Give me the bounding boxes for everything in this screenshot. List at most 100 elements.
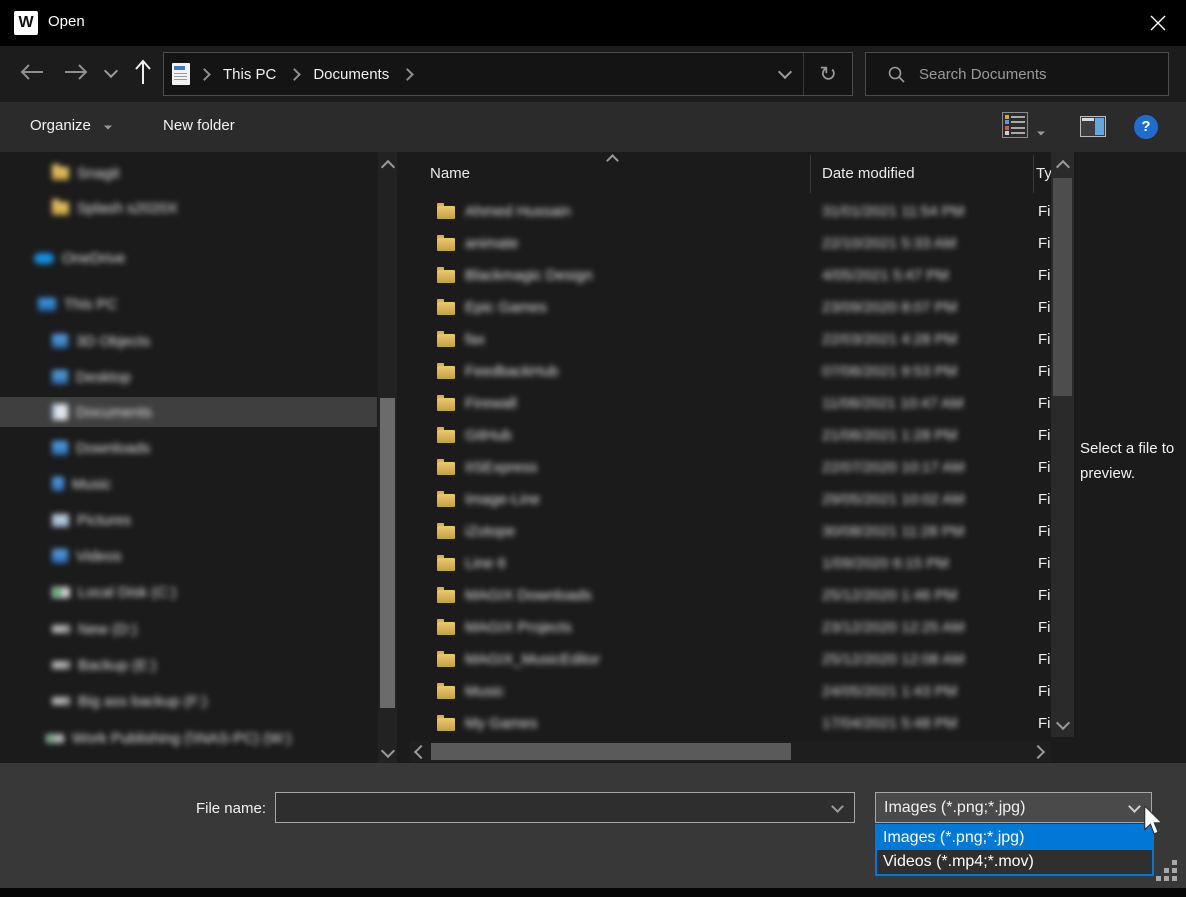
file-row[interactable]: fax22/03/2021 4:28 PMFile folder [410, 324, 1051, 356]
horizontal-scrollbar[interactable] [410, 741, 1051, 762]
refresh-icon: ↻ [819, 62, 837, 86]
chevron-right-icon [198, 68, 211, 81]
preview-pane-icon[interactable] [1080, 116, 1106, 137]
breadcrumb-item[interactable]: This PC [213, 66, 286, 83]
arrow-left-icon [20, 64, 44, 80]
sidebar-item-3d-objects[interactable]: 3D Objects [0, 326, 377, 356]
file-date-modified: 31/01/2021 11:54 PM [822, 203, 964, 220]
file-name: Image-Line [465, 491, 540, 508]
resize-grip-icon[interactable] [1156, 860, 1178, 882]
file-name: GitHub [465, 427, 512, 444]
folder-icon [52, 202, 69, 215]
file-row[interactable]: Blackmagic Design4/05/2021 5:47 PMFile f… [410, 260, 1051, 292]
sidebar-item-snagit[interactable]: Snagit [0, 158, 377, 188]
sidebar-item-work-publishing-nas-pc-w[interactable]: Work Publishing (\\NAS-PC) (W:) [0, 723, 377, 753]
new-folder-button[interactable]: New folder [163, 117, 235, 134]
file-name: My Games [465, 715, 538, 732]
views-dropdown-button[interactable] [1036, 123, 1046, 140]
file-row[interactable]: Line 61/09/2020 6:15 PMFile folder [410, 548, 1051, 580]
file-type-option[interactable]: Videos (*.mp4;*.mov) [877, 850, 1152, 874]
file-type: File folder [1038, 651, 1051, 668]
file-date-modified: 30/08/2021 11:28 PM [822, 523, 964, 540]
chevron-down-icon [104, 64, 118, 78]
caret-down-icon [1037, 132, 1045, 136]
file-type-option[interactable]: Images (*.png;*.jpg) [877, 826, 1152, 850]
recent-locations-button[interactable] [100, 64, 122, 82]
sidebar-item-local-disk-c[interactable]: Local Disk (C:) [0, 577, 377, 607]
column-divider[interactable] [1033, 155, 1034, 193]
address-dropdown-button[interactable] [767, 53, 803, 95]
file-date-modified: 23/09/2020 8:07 PM [822, 299, 957, 316]
sidebar-item-this-pc[interactable]: This PC [0, 289, 377, 319]
back-button[interactable] [18, 60, 46, 84]
file-date-modified: 22/03/2021 4:28 PM [822, 331, 957, 348]
column-header-type[interactable]: Type [1036, 165, 1052, 182]
titlebar[interactable]: W Open [0, 0, 1186, 46]
sidebar-item-videos[interactable]: Videos [0, 541, 377, 571]
sidebar-scrollbar-thumb[interactable] [380, 398, 395, 708]
file-row[interactable]: My Games17/04/2021 5:48 PMFile folder [410, 708, 1051, 740]
sidebar-item-new-d[interactable]: New (D:) [0, 614, 377, 644]
sidebar-item-big-ass-backup-f[interactable]: Big ass backup (F:) [0, 686, 377, 716]
videos-icon [52, 549, 68, 563]
file-list: Ahmed Hussain31/01/2021 11:54 PMFile fol… [410, 196, 1051, 746]
search-box[interactable]: Search Documents [865, 52, 1169, 96]
file-row[interactable]: iZotope30/08/2021 11:28 PMFile folder [410, 516, 1051, 548]
forward-button[interactable] [62, 60, 90, 84]
window-bottom-edge [0, 888, 1186, 897]
sidebar-item-splash-s2020x[interactable]: Splash s2020X [0, 193, 377, 223]
file-row[interactable]: MAGIX Downloads25/12/2020 1:46 PMFile fo… [410, 580, 1051, 612]
file-row[interactable]: Epic Games23/09/2020 8:07 PMFile folder [410, 292, 1051, 324]
breadcrumb: This PC Documents [213, 66, 416, 83]
sidebar-item-label: Pictures [77, 512, 131, 529]
file-row[interactable]: animate22/10/2021 5:33 AMFile folder [410, 228, 1051, 260]
chevron-right-icon [288, 68, 301, 81]
sidebar-item-music[interactable]: Music [0, 469, 377, 499]
sidebar-item-label: Backup (E:) [78, 657, 156, 674]
file-row[interactable]: GitHub21/06/2021 1:28 PMFile folder [410, 420, 1051, 452]
file-date-modified: 07/06/2021 9:53 PM [822, 363, 957, 380]
file-row[interactable]: Ahmed Hussain31/01/2021 11:54 PMFile fol… [410, 196, 1051, 228]
sidebar-scrollbar[interactable] [378, 152, 397, 763]
breadcrumb-item[interactable]: Documents [303, 66, 399, 83]
address-bar[interactable]: This PC Documents ↻ [163, 52, 853, 96]
file-row[interactable]: Music24/05/2021 1:43 PMFile folder [410, 676, 1051, 708]
file-list-scrollbar[interactable] [1051, 152, 1074, 737]
file-row[interactable]: IISExpress22/07/2020 10:17 AMFile folder [410, 452, 1051, 484]
organize-button[interactable]: Organize [30, 117, 113, 134]
sidebar-item-pictures[interactable]: Pictures [0, 505, 377, 535]
sidebar-item-label: Documents [76, 404, 152, 421]
file-type: File folder [1038, 523, 1051, 540]
sidebar-item-onedrive[interactable]: OneDrive [0, 243, 377, 273]
file-name-input[interactable] [275, 792, 855, 823]
sidebar-item-backup-e[interactable]: Backup (E:) [0, 650, 377, 680]
refresh-button[interactable]: ↻ [804, 53, 852, 95]
pictures-icon [52, 514, 69, 527]
file-row[interactable]: MAGIX Projects23/12/2020 12:25 AMFile fo… [410, 612, 1051, 644]
music-icon [52, 477, 64, 491]
column-header-name[interactable]: Name [430, 165, 470, 182]
column-divider[interactable] [810, 155, 811, 193]
file-list-scrollbar-thumb[interactable] [1053, 178, 1072, 396]
sidebar-item-desktop[interactable]: Desktop [0, 362, 377, 392]
folder-icon [437, 718, 455, 731]
help-button[interactable]: ? [1134, 115, 1158, 139]
file-row[interactable]: Image-Line29/05/2021 10:02 AMFile folder [410, 484, 1051, 516]
sidebar-item-downloads[interactable]: Downloads [0, 433, 377, 463]
preview-pane-message: Select a file to preview. [1080, 436, 1184, 486]
file-row[interactable]: MAGIX_MusicEditor25/12/2020 12:08 AMFile… [410, 644, 1051, 676]
file-name-label: File name: [150, 800, 266, 817]
file-type-combobox[interactable]: Images (*.png;*.jpg) [875, 792, 1152, 823]
views-icon[interactable] [1002, 112, 1028, 138]
column-header-date-modified[interactable]: Date modified [822, 165, 915, 182]
close-button[interactable] [1138, 8, 1178, 38]
file-row[interactable]: Firewall11/06/2021 10:47 AMFile folder [410, 388, 1051, 420]
up-button[interactable] [128, 56, 158, 88]
file-type: File folder [1038, 555, 1051, 572]
sidebar-item-documents[interactable]: Documents [0, 397, 377, 427]
file-date-modified: 29/05/2021 10:02 AM [822, 491, 965, 508]
horizontal-scrollbar-thumb[interactable] [431, 743, 791, 760]
folder-icon [437, 206, 455, 219]
folder-icon [437, 334, 455, 347]
file-row[interactable]: FeedbackHub07/06/2021 9:53 PMFile folder [410, 356, 1051, 388]
